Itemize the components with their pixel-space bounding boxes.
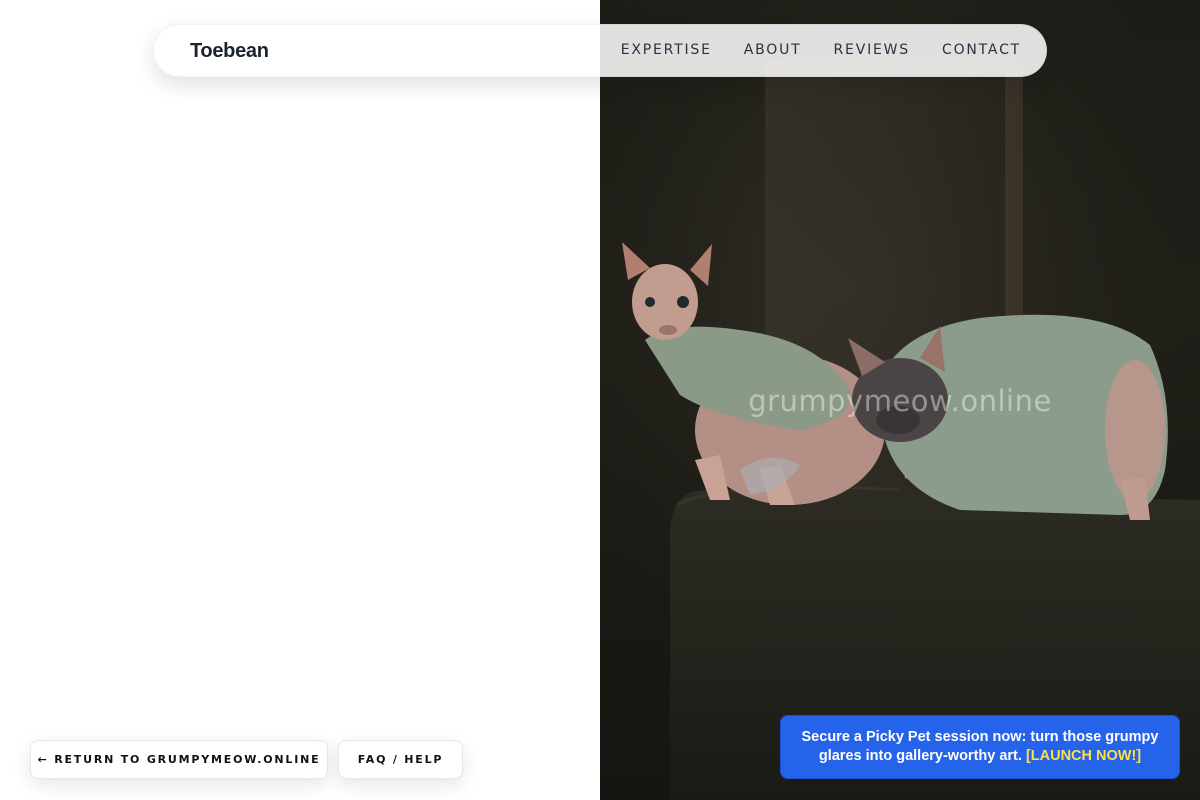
- top-navbar: Toebean EXPERTISE ABOUT REVIEWS CONTACT: [153, 24, 1047, 77]
- brand-logo[interactable]: Toebean: [190, 40, 269, 63]
- watermark-text: grumpymeow.online: [748, 384, 1052, 418]
- faq-help-button[interactable]: FAQ / HELP: [338, 740, 463, 779]
- promo-cta-link[interactable]: [LAUNCH NOW!]: [1026, 748, 1141, 764]
- promo-banner[interactable]: Secure a Picky Pet session now: turn tho…: [780, 715, 1180, 779]
- nav-link-about[interactable]: ABOUT: [744, 42, 802, 58]
- hero-photo: grumpymeow.online: [600, 0, 1200, 800]
- nav-link-expertise[interactable]: EXPERTISE: [621, 42, 712, 58]
- nav-link-contact[interactable]: CONTACT: [942, 42, 1021, 58]
- return-to-site-button[interactable]: ← RETURN TO GRUMPYMEOW.ONLINE: [30, 740, 328, 779]
- nav-link-reviews[interactable]: REVIEWS: [834, 42, 910, 58]
- nav-links: EXPERTISE ABOUT REVIEWS CONTACT: [621, 42, 1021, 58]
- left-blank-pane: [0, 0, 600, 800]
